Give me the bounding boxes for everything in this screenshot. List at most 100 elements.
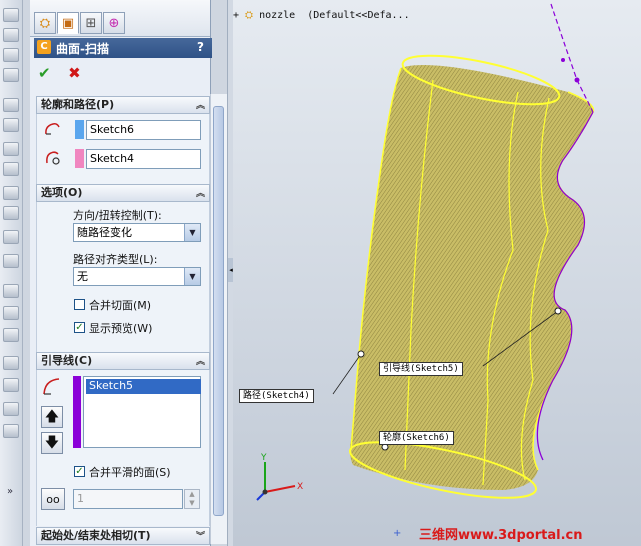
chevron-down-icon: ▼ (184, 224, 200, 241)
property-manager: ⛭ ▣ ⊞ ⊕ C 曲面-扫描 ? ✔ ✖ 轮廓和路径(P) ︽ Sketch6 (30, 0, 212, 546)
path-field[interactable]: Sketch4 (86, 149, 201, 169)
cancel-button[interactable]: ✖ (68, 64, 81, 82)
triad-y-label: Y (260, 453, 267, 463)
manager-tabs: ⛭ ▣ ⊞ ⊕ (30, 0, 210, 37)
feature-title: 曲面-扫描 (56, 42, 109, 56)
toolbar-icon[interactable] (3, 284, 19, 298)
profile-path-body: Sketch6 Sketch4 (36, 114, 210, 184)
feature-manager-icon: ⛭ (39, 15, 51, 31)
dim-xpert-icon: ⊕ (108, 15, 120, 31)
scrollbar-thumb[interactable] (213, 106, 224, 516)
orientation-select-value: 随路径变化 (77, 226, 132, 239)
guide-curve-list[interactable]: Sketch5 (83, 376, 201, 448)
toolbar-icon[interactable] (3, 8, 19, 22)
start-end-tangency-header-label: 起始处/结束处相切(T) (41, 529, 151, 542)
show-preview-label: 显示预览(W) (89, 322, 153, 335)
profile-path-header-label: 轮廓和路径(P) (41, 98, 115, 111)
move-up-button[interactable]: 🡅 (41, 406, 63, 428)
alignment-label: 路径对齐类型(L): (73, 253, 158, 266)
toolbar-icon[interactable] (3, 118, 19, 132)
path-callout[interactable]: 路径(Sketch4) (239, 389, 314, 403)
guide-curves-header-label: 引导线(C) (41, 354, 93, 367)
toolbar-icon[interactable] (3, 28, 19, 42)
toolbar-icon[interactable] (3, 206, 19, 220)
arrow-up-icon: 🡅 (44, 409, 60, 425)
merge-tangent-checkbox[interactable] (74, 299, 85, 310)
configuration-manager-icon: ⊞ (85, 15, 97, 31)
configuration-manager-tab[interactable]: ⊞ (80, 12, 102, 34)
toolbar-icon[interactable] (3, 356, 19, 370)
profile-callout[interactable]: 轮廓(Sketch6) (379, 431, 454, 445)
ok-button[interactable]: ✔ (38, 64, 51, 82)
triad-origin (262, 489, 268, 495)
toolbar-icon[interactable] (3, 328, 19, 342)
surface-sweep-icon: C (37, 40, 51, 54)
toolbar-icon[interactable] (3, 68, 19, 82)
orientation-label: 方向/扭转控制(T): (73, 209, 162, 222)
watermark: 三维网www.3dportal.cn (419, 528, 583, 543)
triad-x-label: X (297, 482, 303, 492)
alignment-select[interactable]: 无 ▼ (73, 267, 201, 286)
toolbar-icon[interactable] (3, 186, 19, 200)
guide-callout[interactable]: 引导线(Sketch5) (379, 362, 463, 376)
options-header[interactable]: 选项(O) ︽ (36, 184, 210, 202)
show-preview-checkbox[interactable]: ✓ (74, 322, 85, 333)
guide-curves-body: Sketch5 🡅 🡇 ✓ 合并平滑的面(S) oo 1 ▲ ▼ (36, 370, 210, 526)
merge-smooth-checkbox[interactable]: ✓ (74, 466, 85, 477)
profile-color-swatch (75, 120, 84, 139)
alignment-select-value: 无 (77, 270, 88, 283)
ok-cancel-bar: ✔ ✖ (38, 64, 95, 82)
triad-x-axis (264, 485, 296, 493)
collapse-chevron-icon[interactable]: ︽ (196, 354, 205, 370)
glasses-icon: oo (46, 493, 60, 506)
graphics-area[interactable]: + ⛭ nozzle (Default<<Defa... Y X + 路径(Sk… (233, 0, 641, 546)
guide-curves-header[interactable]: 引导线(C) ︽ (36, 352, 210, 370)
section-spin-field[interactable]: 1 (73, 489, 183, 509)
guide-point[interactable] (574, 77, 580, 83)
feature-title-bar: C 曲面-扫描 ? (34, 38, 212, 58)
path-icon (46, 151, 60, 165)
move-down-button[interactable]: 🡇 (41, 432, 63, 454)
arrow-down-icon: 🡇 (44, 435, 60, 451)
toolbar-icon[interactable] (3, 254, 19, 268)
list-item[interactable]: Sketch5 (86, 379, 201, 394)
guide-curves-group: 引导线(C) ︽ Sketch5 🡅 🡇 ✓ 合并平滑的面(S) oo 1 ▲ ▼ (36, 352, 210, 526)
options-header-label: 选项(O) (41, 186, 83, 199)
start-end-tangency-header[interactable]: 起始处/结束处相切(T) ︾ (36, 527, 210, 545)
collapse-chevron-icon[interactable]: ︽ (196, 98, 205, 114)
profile-path-header[interactable]: 轮廓和路径(P) ︽ (36, 96, 210, 114)
guide-point[interactable] (561, 58, 565, 62)
merge-tangent-label: 合并切面(M) (89, 299, 152, 312)
toolbar-icon[interactable] (3, 424, 19, 438)
feature-manager-tab[interactable]: ⛭ (34, 12, 56, 34)
toolbar-icon[interactable] (3, 98, 19, 112)
help-button[interactable]: ? (197, 40, 204, 54)
start-end-tangency-group: 起始处/结束处相切(T) ︾ (36, 527, 210, 545)
collapse-chevron-icon[interactable]: ︽ (196, 186, 205, 202)
dim-xpert-tab[interactable]: ⊕ (103, 12, 125, 34)
path-color-swatch (75, 149, 84, 168)
spin-arrows[interactable]: ▲ ▼ (184, 489, 200, 509)
show-sections-button[interactable]: oo (41, 488, 65, 510)
command-strip: » (0, 0, 23, 546)
toolbar-icon[interactable] (3, 230, 19, 244)
expand-chevron-icon[interactable]: » (7, 486, 13, 497)
options-body: 方向/扭转控制(T): 随路径变化 ▼ 路径对齐类型(L): 无 ▼ 合并切面(… (36, 202, 210, 352)
toolbar-icon[interactable] (3, 48, 19, 62)
toolbar-icon[interactable] (3, 142, 19, 156)
property-manager-scrollbar[interactable] (210, 94, 227, 544)
chevron-down-icon: ▼ (184, 268, 200, 285)
orientation-select[interactable]: 随路径变化 ▼ (73, 223, 201, 242)
toolbar-icon[interactable] (3, 162, 19, 176)
profile-field[interactable]: Sketch6 (86, 120, 201, 140)
model-view[interactable]: Y X + (233, 0, 641, 546)
toolbar-icon[interactable] (3, 306, 19, 320)
property-manager-tab[interactable]: ▣ (57, 12, 79, 34)
profile-path-group: 轮廓和路径(P) ︽ Sketch6 Sketch4 (36, 96, 210, 184)
callout-anchor (357, 350, 365, 358)
toolbar-icon[interactable] (3, 378, 19, 392)
expand-chevron-icon[interactable]: ︾ (196, 529, 205, 545)
profile-icon (45, 123, 60, 135)
toolbar-icon[interactable] (3, 402, 19, 416)
guide-curve-icon (43, 378, 60, 395)
